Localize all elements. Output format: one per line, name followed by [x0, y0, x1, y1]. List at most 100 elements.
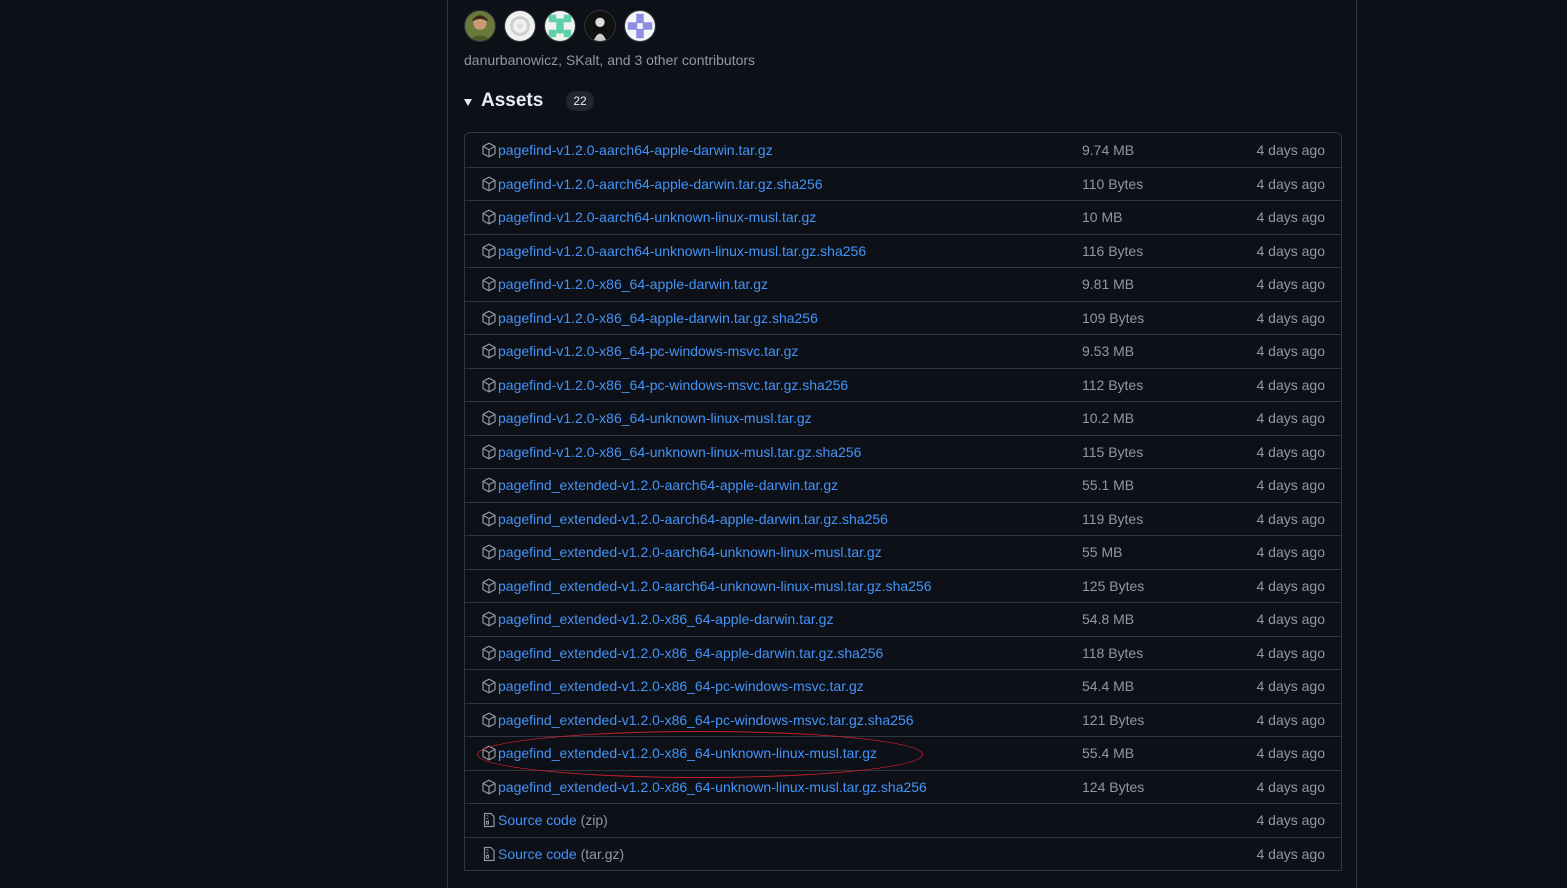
asset-link-wrap[interactable]: pagefind_extended-v1.2.0-x86_64-unknown-…: [481, 779, 927, 795]
asset-link-wrap[interactable]: pagefind-v1.2.0-aarch64-apple-darwin.tar…: [481, 142, 773, 158]
asset-row: pagefind-v1.2.0-x86_64-pc-windows-msvc.t…: [465, 367, 1341, 402]
asset-link-wrap[interactable]: pagefind-v1.2.0-x86_64-pc-windows-msvc.t…: [481, 377, 848, 393]
asset-link-wrap[interactable]: pagefind_extended-v1.2.0-x86_64-pc-windo…: [481, 678, 864, 694]
asset-format: (zip): [580, 812, 608, 829]
asset-row: pagefind-v1.2.0-x86_64-unknown-linux-mus…: [465, 434, 1341, 469]
asset-link-wrap[interactable]: pagefind-v1.2.0-x86_64-apple-darwin.tar.…: [481, 310, 818, 326]
package-icon: [481, 678, 497, 694]
asset-link-wrap[interactable]: Source code (zip): [481, 812, 608, 828]
asset-link[interactable]: pagefind-v1.2.0-aarch64-unknown-linux-mu…: [498, 209, 816, 225]
asset-date: 4 days ago: [1256, 678, 1326, 695]
asset-link[interactable]: pagefind-v1.2.0-aarch64-unknown-linux-mu…: [498, 243, 866, 259]
asset-link[interactable]: pagefind_extended-v1.2.0-aarch64-unknown…: [498, 578, 932, 594]
caret-down-icon: [464, 99, 472, 106]
asset-size: 112 Bytes: [1082, 376, 1144, 393]
asset-link-wrap[interactable]: pagefind_extended-v1.2.0-aarch64-unknown…: [481, 578, 932, 594]
package-icon: [481, 176, 497, 192]
asset-link-wrap[interactable]: pagefind_extended-v1.2.0-x86_64-pc-windo…: [481, 712, 914, 728]
asset-link-wrap[interactable]: pagefind_extended-v1.2.0-aarch64-unknown…: [481, 544, 882, 560]
asset-size: 9.74 MB: [1082, 141, 1135, 158]
asset-link[interactable]: pagefind_extended-v1.2.0-x86_64-pc-windo…: [498, 712, 914, 728]
asset-link-wrap[interactable]: Source code (tar.gz): [481, 846, 624, 862]
asset-link-wrap[interactable]: pagefind-v1.2.0-aarch64-unknown-linux-mu…: [481, 209, 816, 225]
asset-size: 55.1 MB: [1082, 477, 1135, 494]
asset-link-wrap[interactable]: pagefind_extended-v1.2.0-aarch64-apple-d…: [481, 511, 888, 527]
asset-link-wrap[interactable]: pagefind-v1.2.0-aarch64-apple-darwin.tar…: [481, 176, 823, 192]
asset-date: 4 days ago: [1256, 644, 1326, 661]
asset-size: 9.53 MB: [1082, 343, 1135, 360]
asset-size: 118 Bytes: [1082, 644, 1144, 661]
contributor-avatar-2[interactable]: [504, 10, 536, 42]
package-icon: [481, 645, 497, 661]
package-icon: [481, 410, 497, 426]
asset-date: 4 days ago: [1256, 745, 1326, 762]
asset-format: (tar.gz): [580, 845, 625, 862]
asset-size: 10.2 MB: [1082, 410, 1135, 427]
asset-date: 4 days ago: [1256, 845, 1326, 862]
asset-row: pagefind_extended-v1.2.0-x86_64-unknown-…: [465, 736, 1341, 770]
asset-size: 125 Bytes: [1082, 577, 1145, 594]
asset-link-wrap[interactable]: pagefind_extended-v1.2.0-x86_64-apple-da…: [481, 611, 833, 627]
contributor-avatar-4[interactable]: [584, 10, 616, 42]
asset-date: 4 days ago: [1256, 343, 1326, 360]
contributor-avatar-1[interactable]: [464, 10, 496, 42]
asset-size: 54.4 MB: [1082, 678, 1135, 695]
asset-link-wrap[interactable]: pagefind_extended-v1.2.0-x86_64-unknown-…: [481, 745, 877, 761]
package-icon: [481, 310, 497, 326]
asset-size: 54.8 MB: [1082, 611, 1135, 628]
contributor-avatars: [464, 10, 664, 42]
contributor-avatar-5[interactable]: [624, 10, 656, 42]
assets-toggle[interactable]: Assets 22: [464, 90, 594, 112]
asset-link[interactable]: Source code: [498, 846, 577, 862]
asset-row: pagefind-v1.2.0-aarch64-unknown-linux-mu…: [465, 200, 1341, 234]
asset-link[interactable]: pagefind-v1.2.0-x86_64-apple-darwin.tar.…: [498, 310, 818, 326]
asset-link[interactable]: pagefind-v1.2.0-x86_64-apple-darwin.tar.…: [498, 276, 768, 292]
asset-date: 4 days ago: [1256, 611, 1326, 628]
asset-size: 119 Bytes: [1082, 510, 1144, 527]
package-icon: [481, 243, 497, 259]
asset-link-wrap[interactable]: pagefind_extended-v1.2.0-x86_64-apple-da…: [481, 645, 883, 661]
asset-link-wrap[interactable]: pagefind-v1.2.0-x86_64-pc-windows-msvc.t…: [481, 343, 798, 359]
asset-link-wrap[interactable]: pagefind-v1.2.0-aarch64-unknown-linux-mu…: [481, 243, 866, 259]
asset-row: Source code (zip) 4 days ago: [465, 803, 1341, 837]
contributors-text: danurbanowicz, SKalt, and 3 other contri…: [464, 52, 756, 68]
asset-link[interactable]: pagefind-v1.2.0-x86_64-unknown-linux-mus…: [498, 410, 812, 426]
asset-row: pagefind_extended-v1.2.0-x86_64-apple-da…: [465, 602, 1341, 636]
asset-date: 4 days ago: [1256, 175, 1326, 192]
asset-row: pagefind_extended-v1.2.0-x86_64-pc-windo…: [465, 702, 1341, 737]
asset-date: 4 days ago: [1256, 577, 1326, 594]
asset-link[interactable]: pagefind-v1.2.0-x86_64-pc-windows-msvc.t…: [498, 343, 798, 359]
asset-row: pagefind_extended-v1.2.0-aarch64-apple-d…: [465, 468, 1341, 502]
asset-link[interactable]: Source code: [498, 812, 577, 828]
contributor-avatar-3[interactable]: [544, 10, 576, 42]
asset-row: pagefind-v1.2.0-x86_64-unknown-linux-mus…: [465, 401, 1341, 435]
asset-link[interactable]: pagefind-v1.2.0-aarch64-apple-darwin.tar…: [498, 176, 823, 192]
assets-count-badge: 22: [566, 91, 594, 111]
asset-link[interactable]: pagefind-v1.2.0-x86_64-pc-windows-msvc.t…: [498, 377, 848, 393]
asset-size: 124 Bytes: [1082, 778, 1145, 795]
asset-link-wrap[interactable]: pagefind-v1.2.0-x86_64-unknown-linux-mus…: [481, 444, 861, 460]
asset-link[interactable]: pagefind_extended-v1.2.0-x86_64-apple-da…: [498, 645, 883, 661]
asset-link[interactable]: pagefind_extended-v1.2.0-aarch64-unknown…: [498, 544, 882, 560]
asset-date: 4 days ago: [1256, 276, 1326, 293]
asset-link-wrap[interactable]: pagefind_extended-v1.2.0-aarch64-apple-d…: [481, 477, 838, 493]
asset-size: 55 MB: [1082, 544, 1123, 561]
asset-link[interactable]: pagefind_extended-v1.2.0-aarch64-apple-d…: [498, 477, 838, 493]
assets-title: Assets: [481, 90, 544, 111]
asset-link[interactable]: pagefind_extended-v1.2.0-aarch64-apple-d…: [498, 511, 888, 527]
asset-link[interactable]: pagefind-v1.2.0-x86_64-unknown-linux-mus…: [498, 444, 861, 460]
asset-size: 9.81 MB: [1082, 276, 1135, 293]
asset-row: pagefind_extended-v1.2.0-aarch64-unknown…: [465, 535, 1341, 569]
asset-row: pagefind_extended-v1.2.0-aarch64-unknown…: [465, 568, 1341, 603]
asset-link[interactable]: pagefind_extended-v1.2.0-x86_64-unknown-…: [498, 779, 927, 795]
release-card: danurbanowicz, SKalt, and 3 other contri…: [447, 0, 1357, 888]
asset-link[interactable]: pagefind_extended-v1.2.0-x86_64-unknown-…: [498, 745, 877, 761]
asset-date: 4 days ago: [1256, 477, 1326, 494]
asset-link[interactable]: pagefind_extended-v1.2.0-x86_64-pc-windo…: [498, 678, 864, 694]
package-icon: [481, 611, 497, 627]
asset-row: pagefind-v1.2.0-x86_64-apple-darwin.tar.…: [465, 300, 1341, 335]
asset-link[interactable]: pagefind_extended-v1.2.0-x86_64-apple-da…: [498, 611, 833, 627]
asset-link[interactable]: pagefind-v1.2.0-aarch64-apple-darwin.tar…: [498, 142, 773, 158]
asset-link-wrap[interactable]: pagefind-v1.2.0-x86_64-apple-darwin.tar.…: [481, 276, 768, 292]
asset-link-wrap[interactable]: pagefind-v1.2.0-x86_64-unknown-linux-mus…: [481, 410, 812, 426]
